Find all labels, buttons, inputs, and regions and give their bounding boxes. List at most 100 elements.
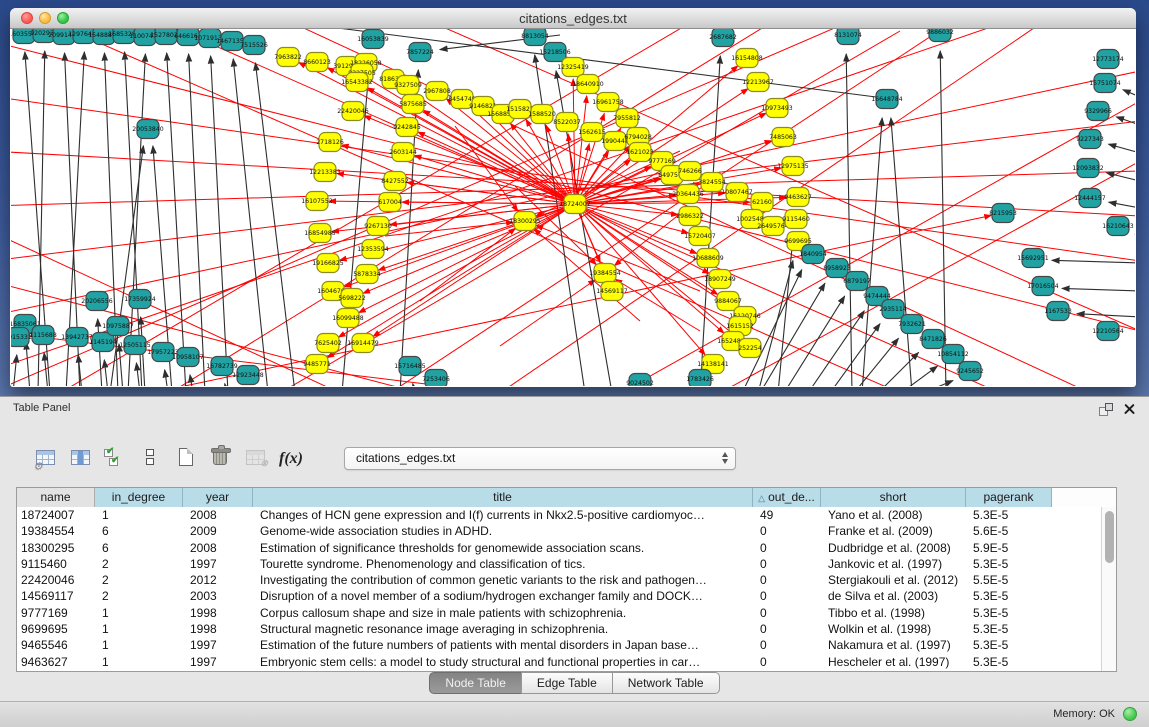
cell-short[interactable]: de Silva et al. (2003) [821, 588, 966, 604]
float-panel-icon[interactable] [1099, 403, 1113, 416]
column-header-year[interactable]: year [183, 488, 253, 507]
table-row[interactable]: 946362711997Embryonic stem cells: a mode… [17, 654, 1116, 670]
table-row[interactable]: 977716911998Corpus callosum shape and si… [17, 605, 1116, 621]
edge[interactable] [1123, 90, 1135, 97]
tab-node-table[interactable]: Node Table [429, 672, 522, 694]
cell-year[interactable]: 1998 [183, 621, 253, 637]
cell-short[interactable]: Wolkin et al. (1998) [821, 621, 966, 637]
cell-indegree[interactable]: 2 [95, 556, 183, 572]
cell-name[interactable]: 19384554 [17, 523, 95, 539]
table-row[interactable]: 946554611997Estimation of the future num… [17, 637, 1116, 653]
cell-indegree[interactable]: 6 [95, 523, 183, 539]
cell-name[interactable]: 9463627 [17, 654, 95, 670]
edge[interactable] [1109, 144, 1135, 153]
edge[interactable] [830, 324, 880, 386]
edge[interactable] [233, 59, 268, 386]
edge[interactable] [119, 344, 123, 386]
table-column-icon[interactable] [69, 446, 93, 470]
cell-outde[interactable]: 0 [753, 572, 821, 588]
cell-indegree[interactable]: 1 [95, 654, 183, 670]
cell-year[interactable]: 2012 [183, 572, 253, 588]
edge[interactable] [189, 54, 205, 386]
edge-selected[interactable] [378, 204, 575, 270]
edge[interactable] [413, 384, 415, 386]
edge[interactable] [901, 366, 937, 386]
cell-short[interactable]: Dudbridge et al. (2008) [821, 540, 966, 556]
edge-selected[interactable] [359, 204, 575, 313]
cell-pagerank[interactable]: 5.5E-5 [966, 572, 1052, 588]
column-header-indegree[interactable]: in_degree [95, 488, 183, 507]
edge[interactable] [225, 384, 227, 386]
column-header-outde[interactable]: △out_de... [753, 488, 821, 507]
cell-indegree[interactable]: 1 [95, 507, 183, 523]
cell-name[interactable]: 18300295 [17, 540, 95, 556]
cell-outde[interactable]: 0 [753, 637, 821, 653]
column-header-title[interactable]: title [253, 488, 753, 507]
edge[interactable] [1062, 288, 1135, 291]
cell-title[interactable]: Estimation of the future numbers of pati… [253, 637, 753, 653]
vertical-scrollbar[interactable] [1101, 507, 1116, 671]
cell-name[interactable]: 9115460 [17, 556, 95, 572]
table-row[interactable]: 911546021997Tourette syndrome. Phenomeno… [17, 556, 1116, 572]
cell-year[interactable]: 1998 [183, 605, 253, 621]
cell-outde[interactable]: 0 [753, 556, 821, 572]
edge[interactable] [26, 342, 30, 386]
edge[interactable] [104, 360, 108, 386]
table-row[interactable]: 1938455462009Genome-wide association stu… [17, 523, 1116, 539]
cell-name[interactable]: 9465546 [17, 637, 95, 653]
cell-outde[interactable]: 0 [753, 621, 821, 637]
cell-short[interactable]: Jankovic et al. (1997) [821, 556, 966, 572]
cell-year[interactable]: 1997 [183, 556, 253, 572]
cell-outde[interactable]: 0 [753, 654, 821, 670]
cell-indegree[interactable]: 1 [95, 637, 183, 653]
edge[interactable] [923, 381, 953, 386]
cell-name[interactable]: 9699695 [17, 621, 95, 637]
cell-title[interactable]: Tourette syndrome. Phenomenology and cla… [253, 556, 753, 572]
edge[interactable] [165, 370, 168, 386]
edge[interactable] [778, 239, 793, 386]
cell-title[interactable]: Changes of HCN gene expression and I(f) … [253, 507, 753, 523]
cell-title[interactable]: Genome-wide association studies in ADHD. [253, 523, 753, 539]
cell-short[interactable]: Stergiakouli et al. (2012) [821, 572, 966, 588]
cell-outde[interactable]: 0 [753, 588, 821, 604]
cell-year[interactable]: 2009 [183, 523, 253, 539]
cell-pagerank[interactable]: 5.3E-5 [966, 654, 1052, 670]
cell-title[interactable]: Investigating the contribution of common… [253, 572, 753, 588]
select-columns-icon[interactable]: ✔✔ [104, 446, 128, 470]
column-header-pagerank[interactable]: pagerank [966, 488, 1052, 507]
edge-selected[interactable] [534, 229, 640, 321]
cell-name[interactable]: 9777169 [17, 605, 95, 621]
tab-network-table[interactable]: Network Table [612, 672, 720, 694]
edge[interactable] [808, 311, 864, 386]
cell-outde[interactable]: 0 [753, 523, 821, 539]
cell-year[interactable]: 1997 [183, 654, 253, 670]
cell-pagerank[interactable]: 5.9E-5 [966, 540, 1052, 556]
cell-short[interactable]: Franke et al. (2009) [821, 523, 966, 539]
cell-short[interactable]: Hescheler et al. (1997) [821, 654, 966, 670]
tab-edge-table[interactable]: Edge Table [521, 672, 613, 694]
cell-title[interactable]: Disruption of a novel member of a sodium… [253, 588, 753, 604]
network-window-titlebar[interactable]: citations_edges.txt [10, 8, 1136, 29]
cell-indegree[interactable]: 1 [95, 605, 183, 621]
table-row[interactable]: 2242004622012Investigating the contribut… [17, 572, 1116, 588]
cell-outde[interactable]: 0 [753, 540, 821, 556]
row-height-icon[interactable] [139, 446, 163, 470]
cell-name[interactable]: 14569117 [17, 588, 95, 604]
cell-year[interactable]: 2003 [183, 588, 253, 604]
cell-short[interactable]: Tibbo et al. (1998) [821, 605, 966, 621]
scrollbar-thumb[interactable] [1105, 511, 1114, 563]
table-row[interactable]: 1830029562008Estimation of significance … [17, 540, 1116, 556]
cell-pagerank[interactable]: 5.3E-5 [966, 637, 1052, 653]
column-header-short[interactable]: short [821, 488, 966, 507]
edge[interactable] [878, 352, 919, 386]
cell-outde[interactable]: 0 [753, 605, 821, 621]
table-row[interactable]: 1456911722003Disruption of a novel membe… [17, 588, 1116, 604]
edge[interactable] [1109, 202, 1135, 208]
cell-title[interactable]: Estimation of significance thresholds fo… [253, 540, 753, 556]
column-header-name[interactable]: name [17, 488, 95, 507]
cell-indegree[interactable]: 2 [95, 588, 183, 604]
cell-outde[interactable]: 49 [753, 507, 821, 523]
memory-ok-indicator[interactable] [1123, 707, 1137, 721]
cell-indegree[interactable]: 6 [95, 540, 183, 556]
edge[interactable] [211, 56, 228, 386]
